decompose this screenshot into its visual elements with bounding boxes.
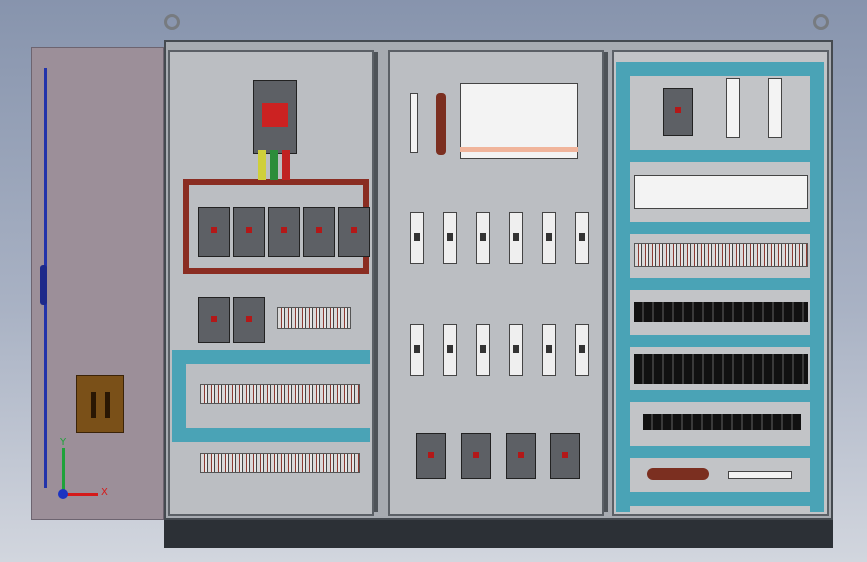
hinge-strip xyxy=(374,52,378,512)
fuse-holder xyxy=(443,324,457,376)
ground-bar xyxy=(410,93,418,153)
lifting-eye-icon xyxy=(164,14,180,30)
wiring-duct-right xyxy=(810,62,824,512)
branch-breaker xyxy=(198,207,230,257)
terminal-group xyxy=(277,307,351,329)
lifting-eye-icon xyxy=(813,14,829,30)
terminal-strip xyxy=(634,243,808,267)
neutral-bar xyxy=(436,93,446,155)
fuse-holder xyxy=(575,324,589,376)
control-breaker xyxy=(663,88,693,136)
fuse-holder xyxy=(509,212,523,264)
terminal-block-row xyxy=(643,414,801,430)
terminal-strip xyxy=(200,384,360,404)
branch-breaker xyxy=(303,207,335,257)
fuse-holder xyxy=(509,324,523,376)
branch-breaker xyxy=(233,207,265,257)
din-rail xyxy=(630,278,810,290)
relay-row xyxy=(634,354,808,384)
din-rail xyxy=(630,335,810,347)
wiring-duct-left xyxy=(616,62,630,512)
cable-phase xyxy=(282,150,290,180)
neutral-bar xyxy=(647,468,709,480)
cable-phase xyxy=(270,150,278,180)
door-rod-guide xyxy=(40,265,47,305)
din-rail xyxy=(630,222,810,234)
handle-slot xyxy=(91,392,96,418)
small-breaker xyxy=(550,433,580,479)
cabinet-plinth xyxy=(164,520,833,548)
power-supply xyxy=(726,78,740,138)
open-door-panel xyxy=(31,47,164,520)
branch-breaker xyxy=(268,207,300,257)
din-rail xyxy=(172,428,370,442)
small-breaker xyxy=(416,433,446,479)
main-breaker-handle xyxy=(262,103,288,127)
y-axis-arrow xyxy=(62,448,65,492)
module-stripe xyxy=(460,147,578,152)
z-axis-dot xyxy=(58,489,68,499)
fuse-holder xyxy=(542,324,556,376)
din-rail xyxy=(630,62,810,76)
din-rail xyxy=(630,150,810,162)
x-axis-arrow xyxy=(64,493,98,496)
handle-slot xyxy=(105,392,110,418)
wiring-duct xyxy=(172,364,186,428)
fuse-holder xyxy=(476,324,490,376)
fuse-holder xyxy=(542,212,556,264)
fuse-holder xyxy=(410,324,424,376)
din-rail xyxy=(630,446,810,458)
fuse-holder xyxy=(476,212,490,264)
din-rail xyxy=(616,492,824,506)
relay-row xyxy=(634,302,808,322)
hinge-strip xyxy=(604,52,608,512)
fuse-holder xyxy=(410,212,424,264)
fuse-holder xyxy=(575,212,589,264)
branch-breaker xyxy=(198,297,230,343)
y-axis-label: Y xyxy=(60,437,67,448)
small-breaker xyxy=(506,433,536,479)
branch-breaker xyxy=(233,297,265,343)
branch-breaker xyxy=(338,207,370,257)
door-handle-plate xyxy=(76,375,124,433)
busbar-left xyxy=(183,179,189,274)
plc-module xyxy=(634,175,808,209)
terminal-strip xyxy=(200,453,360,473)
fuse-holder xyxy=(443,212,457,264)
x-axis-label: X xyxy=(101,487,108,498)
small-breaker xyxy=(461,433,491,479)
ground-bar xyxy=(728,471,792,479)
din-rail xyxy=(630,390,810,402)
cable-phase xyxy=(258,150,266,180)
main-breaker xyxy=(253,80,297,154)
din-rail xyxy=(172,350,370,364)
power-supply xyxy=(768,78,782,138)
busbar-bottom xyxy=(183,268,369,274)
